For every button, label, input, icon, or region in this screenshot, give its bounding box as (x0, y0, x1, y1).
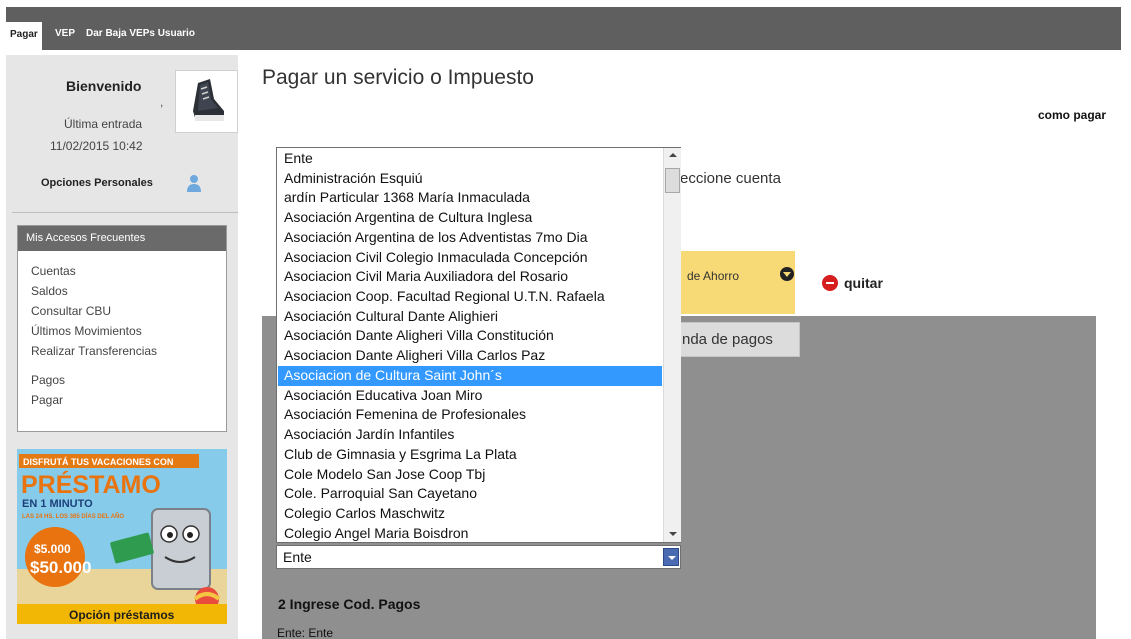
frequent-link-pagos[interactable]: Pagos (31, 370, 226, 390)
dropdown-option[interactable]: Asociacion Coop. Facultad Regional U.T.N… (278, 287, 662, 307)
promo-amount-from: $5.000 (34, 542, 71, 556)
frequent-link-cuentas[interactable]: Cuentas (31, 261, 226, 281)
page-title: Pagar un servicio o Impuesto (262, 66, 534, 89)
promo-graphic: DISFRUTÁ TUS VACACIONES CON PRÉSTAMO EN … (17, 449, 227, 624)
user-name: , (160, 95, 164, 109)
dropdown-arrow-icon[interactable] (663, 548, 679, 566)
dropdown-option[interactable]: Asociación Femenina de Profesionales (278, 405, 662, 425)
frequent-access-title: Mis Accesos Frecuentes (18, 226, 226, 251)
dropdown-option[interactable]: Asociación Educativa Joan Miro (278, 386, 662, 406)
step2-title: 2 Ingrese Cod. Pagos (278, 596, 421, 612)
selected-ente-line: Ente: Ente (277, 626, 334, 639)
tab-dar-baja-veps[interactable]: Dar Baja VEPs Usuario (82, 21, 199, 47)
dropdown-option[interactable]: ardín Particular 1368 María Inmaculada (278, 188, 662, 208)
ente-options: Ente Administración Esquiú ardín Particula… (278, 149, 662, 543)
last-entry-date: 11/02/2015 10:42 (50, 139, 143, 153)
dropdown-option[interactable]: Asociación Dante Aligheri Villa Constitu… (278, 326, 662, 346)
frequent-link-realizar-transferencias[interactable]: Realizar Transferencias (31, 341, 226, 361)
sidebar-divider (12, 212, 238, 213)
tab-vep[interactable]: VEP (51, 21, 79, 47)
personal-options-link[interactable]: Opciones Personales (41, 177, 153, 189)
how-to-pay-link[interactable]: como pagar (1038, 108, 1106, 122)
scrollbar-thumb[interactable] (665, 168, 680, 193)
promo-line1: DISFRUTÁ TUS VACACIONES CON (23, 457, 173, 467)
dropdown-option[interactable]: Asociacion Dante Aligheri Villa Carlos P… (278, 346, 662, 366)
avatar (175, 70, 238, 133)
dropdown-option[interactable]: Asociación Cultural Dante Alighieri (278, 307, 662, 327)
frequent-link-pagar[interactable]: Pagar (31, 390, 226, 410)
tab-pagar[interactable]: Pagar (6, 22, 42, 50)
frequent-link-consultar-cbu[interactable]: Consultar CBU (31, 301, 226, 321)
last-entry-label: Última entrada (64, 117, 143, 131)
welcome-heading: Bienvenido (66, 78, 142, 94)
dropdown-option[interactable]: Club de Gimnasia y Esgrima La Plata (278, 445, 662, 465)
dropdown-scrollbar[interactable] (663, 148, 681, 542)
scroll-up-icon[interactable] (664, 148, 681, 164)
dropdown-option[interactable]: Ente (278, 149, 662, 169)
top-navigation: Pagar VEP Dar Baja VEPs Usuario (0, 0, 1121, 52)
frequent-access-panel: Mis Accesos Frecuentes Cuentas Saldos Co… (17, 225, 227, 432)
dropdown-option[interactable]: Colegio Angel Maria Boisdron (278, 524, 662, 544)
dropdown-option[interactable]: Cole. Parroquial San Cayetano (278, 484, 662, 504)
frequent-link-ultimos-movimientos[interactable]: Últimos Movimientos (31, 321, 226, 341)
dropdown-option[interactable]: Colegio Carlos Maschwitz (278, 504, 662, 524)
frequent-link-saldos[interactable]: Saldos (31, 281, 226, 301)
person-icon[interactable] (186, 174, 202, 192)
dropdown-option[interactable]: Asociacion Civil Maria Auxiliadora del R… (278, 267, 662, 287)
ente-dropdown-list[interactable]: Ente Administración Esquiú ardín Particula… (276, 147, 681, 543)
dropdown-option[interactable]: Cole Modelo San Jose Coop Tbj (278, 465, 662, 485)
scroll-down-icon[interactable] (664, 526, 681, 542)
remove-icon (822, 275, 838, 291)
sneaker-avatar-icon (193, 79, 224, 121)
agenda-pagos-button[interactable]: nda de pagos (667, 322, 800, 357)
promo-cta[interactable]: Opción préstamos (69, 608, 175, 622)
dropdown-option[interactable]: Asociacion de Cultura Saint John´s (278, 365, 662, 386)
frequent-access-list: Cuentas Saldos Consultar CBU Últimos Mov… (18, 251, 226, 410)
promo-line3: EN 1 MINUTO (22, 498, 93, 510)
remove-label: quitar (844, 275, 883, 291)
ente-select[interactable]: Ente (276, 545, 681, 569)
promo-line2: PRÉSTAMO (21, 470, 161, 499)
dropdown-option[interactable]: Asociación Argentina de Cultura Inglesa (278, 208, 662, 228)
select-account-label: eccione cuenta (680, 170, 781, 187)
promo-amount-to: $50.000 (30, 558, 91, 577)
dropdown-option[interactable]: Asociacion Civil Colegio Inmaculada Conc… (278, 248, 662, 268)
chevron-down-icon[interactable] (780, 267, 794, 281)
sidebar: Bienvenido , Última entrada 11/02/2015 1… (6, 55, 238, 639)
dropdown-option[interactable]: Asociación Argentina de los Adventistas … (278, 228, 662, 248)
account-type-label: de Ahorro (687, 269, 740, 283)
promo-banner[interactable]: DISFRUTÁ TUS VACACIONES CON PRÉSTAMO EN … (17, 449, 227, 624)
dropdown-option[interactable]: Administración Esquiú (278, 169, 662, 189)
account-selector[interactable]: de Ahorro (667, 251, 795, 314)
dropdown-option[interactable]: Asociación Jardín Infantiles (278, 425, 662, 445)
ente-select-value: Ente (283, 549, 312, 565)
promo-line4: LAS 24 HS. LOS 365 DÍAS DEL AÑO (22, 512, 124, 520)
